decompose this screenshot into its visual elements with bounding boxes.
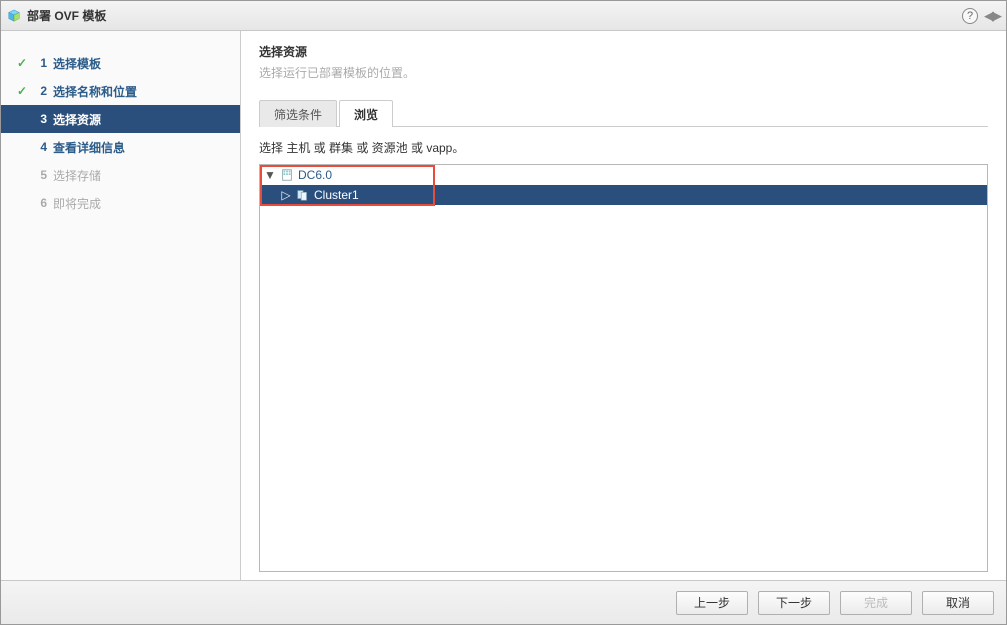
page-subheading: 选择运行已部署模板的位置。 [259,64,988,81]
help-icon[interactable]: ? [962,8,978,24]
ovf-cube-icon [7,9,21,23]
checkmark-icon: ✓ [15,56,29,70]
checkmark-icon [15,112,29,126]
datacenter-icon [279,167,295,183]
collapse-toggle-icon[interactable]: ▼ [264,168,276,182]
checkmark-icon: ✓ [15,84,29,98]
tree-root-datacenter[interactable]: ▼ DC6.0 [260,165,987,185]
main-area: ✓ 1 选择模板 ✓ 2 选择名称和位置 3 选择资源 4 查看详细信息 5 选… [1,31,1006,580]
tabs: 筛选条件 浏览 [259,99,988,127]
back-button[interactable]: 上一步 [676,591,748,615]
finish-button: 完成 [840,591,912,615]
step-select-storage: 5 选择存储 [1,161,240,189]
expand-arrows-icon[interactable]: ◀▶ [984,8,1000,24]
titlebar: 部署 OVF 模板 ? ◀▶ [1,1,1006,31]
tree-cluster-item[interactable]: ▷ Cluster1 [260,185,987,205]
expand-toggle-icon[interactable]: ▷ [280,188,292,202]
tree-root-label: DC6.0 [298,168,332,182]
content-pane: 选择资源 选择运行已部署模板的位置。 筛选条件 浏览 选择 主机 或 群集 或 … [241,31,1006,580]
window-title: 部署 OVF 模板 [27,7,962,24]
tab-browse[interactable]: 浏览 [339,100,393,127]
step-review-details: 4 查看详细信息 [1,133,240,161]
step-ready-complete: 6 即将完成 [1,189,240,217]
cancel-button[interactable]: 取消 [922,591,994,615]
wizard-steps: ✓ 1 选择模板 ✓ 2 选择名称和位置 3 选择资源 4 查看详细信息 5 选… [1,31,241,580]
cluster-icon [295,187,311,203]
page-heading: 选择资源 [259,43,988,60]
resource-tree: ▼ DC6.0 ▷ [260,165,987,205]
tab-filter[interactable]: 筛选条件 [259,100,337,127]
step-select-resource[interactable]: 3 选择资源 [1,105,240,133]
tree-cluster-label: Cluster1 [314,188,359,202]
instruction-text: 选择 主机 或 群集 或 资源池 或 vapp。 [259,139,988,156]
resource-tree-panel: ▼ DC6.0 ▷ [259,164,988,572]
step-select-template[interactable]: ✓ 1 选择模板 [1,49,240,77]
footer: 上一步 下一步 完成 取消 [1,580,1006,624]
next-button[interactable]: 下一步 [758,591,830,615]
step-select-name-location[interactable]: ✓ 2 选择名称和位置 [1,77,240,105]
